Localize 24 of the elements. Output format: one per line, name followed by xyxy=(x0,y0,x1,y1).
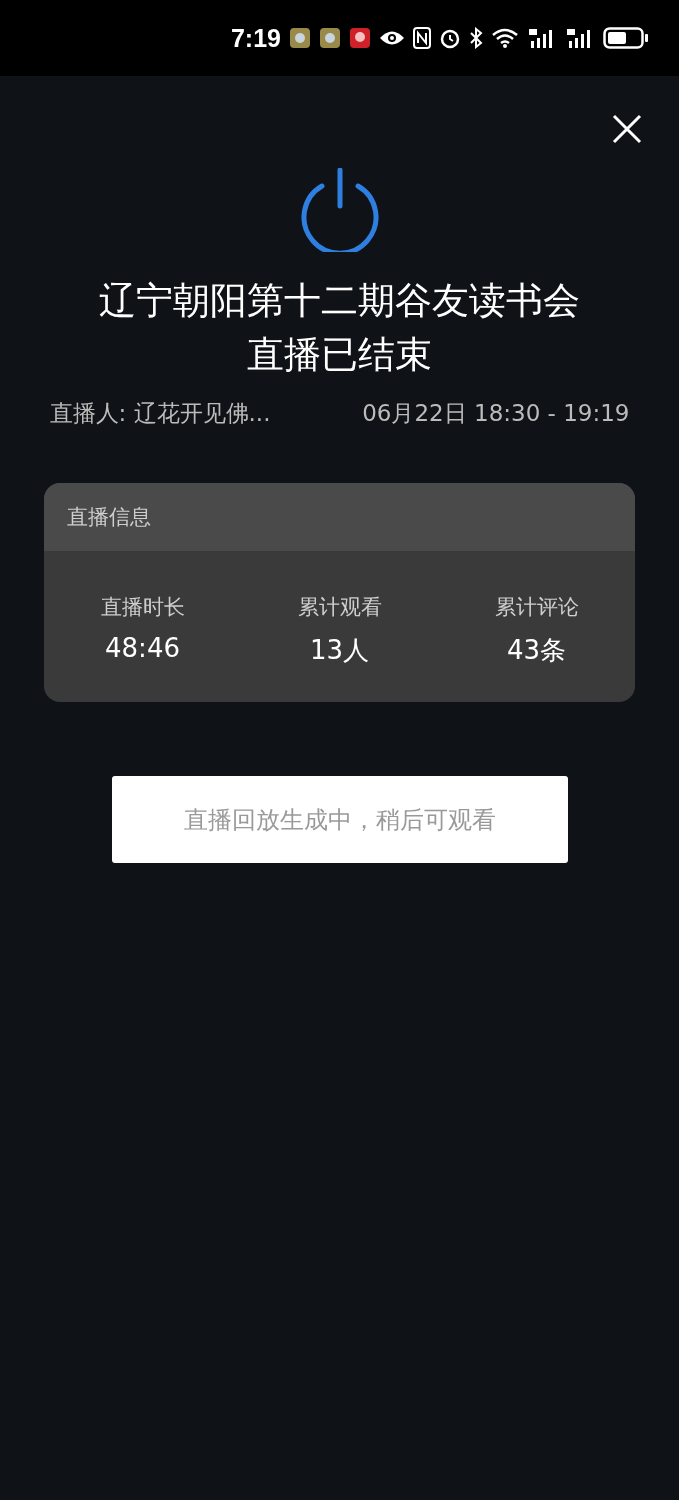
host-name: 直播人: 辽花开见佛... xyxy=(49,399,271,428)
alarm-icon xyxy=(439,27,461,49)
status-time: 7:19 xyxy=(230,23,281,53)
stat-label: 累计观看 xyxy=(297,594,382,621)
nfc-icon xyxy=(413,27,431,49)
stat-value: 48:46 xyxy=(105,633,180,663)
replay-button[interactable]: 直播回放生成中，稍后可观看 xyxy=(111,776,568,863)
live-title: 直播已结束 xyxy=(246,332,433,378)
bluetooth-icon xyxy=(469,27,483,49)
app-icon xyxy=(349,27,371,49)
live-time-range: 06月22日 18:30 - 19:19 xyxy=(362,399,630,428)
app-icon xyxy=(319,27,341,49)
stat-label: 累计评论 xyxy=(494,594,579,621)
battery-icon xyxy=(603,27,649,49)
close-icon[interactable] xyxy=(612,114,642,144)
power-icon xyxy=(299,168,380,252)
wifi-icon xyxy=(491,27,519,49)
card-title: 直播信息 xyxy=(67,504,151,531)
app-icon xyxy=(289,27,311,49)
stat-value: 13人 xyxy=(309,634,370,667)
live-title: 辽宁朝阳第十二期谷友读书会 xyxy=(99,278,580,324)
stat-label: 直播时长 xyxy=(100,594,185,621)
stat-value: 43条 xyxy=(506,634,567,667)
eye-icon xyxy=(379,29,405,47)
